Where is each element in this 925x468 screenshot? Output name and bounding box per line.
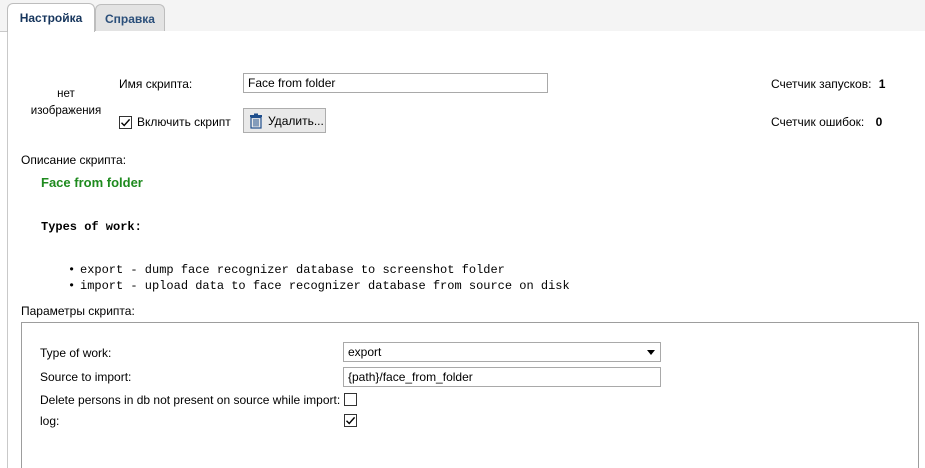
log-label: log: <box>40 414 60 428</box>
run-counter: Счетчик запусков: 1 <box>771 77 885 91</box>
run-counter-value: 1 <box>878 77 886 91</box>
type-of-work-label: Type of work: <box>40 346 112 360</box>
source-import-input[interactable] <box>343 367 661 387</box>
tab-bar: Настройка Справка <box>0 0 925 32</box>
type-of-work-value: export <box>348 345 382 359</box>
no-image-placeholder: нет изображения <box>30 88 102 117</box>
enable-script-row: Включить скрипт <box>119 115 231 129</box>
list-item: • import - upload data to face recognizer… <box>68 279 570 293</box>
enable-script-label: Включить скрипт <box>137 115 231 129</box>
bullet-icon: • <box>68 279 76 293</box>
list-item-text: import - upload data to face recognizer … <box>80 279 570 293</box>
script-name-label: Имя скрипта: <box>119 77 193 91</box>
bullet-icon: • <box>68 263 76 277</box>
error-counter-value: 0 <box>875 115 883 129</box>
list-item: • export - dump face recognizer database … <box>68 263 505 277</box>
settings-panel: нет изображения Имя скрипта: Включить ск… <box>7 31 925 468</box>
chevron-down-icon <box>647 350 655 355</box>
enable-script-checkbox[interactable] <box>119 115 132 129</box>
description-title: Face from folder <box>41 175 143 190</box>
tab-help[interactable]: Справка <box>95 4 165 32</box>
delete-persons-label: Delete persons in db not present on sour… <box>40 393 341 407</box>
source-import-label: Source to import: <box>40 370 132 384</box>
error-counter: Счетчик ошибок: 0 <box>771 115 882 129</box>
tab-settings[interactable]: Настройка <box>7 3 95 32</box>
delete-persons-checkbox[interactable] <box>344 393 357 406</box>
run-counter-label: Счетчик запусков: <box>771 77 872 91</box>
types-heading: Types of work: <box>41 220 142 234</box>
script-name-input[interactable] <box>243 73 548 93</box>
delete-button-label: Удалить... <box>268 113 324 128</box>
trash-icon <box>250 113 262 129</box>
type-of-work-select[interactable]: export <box>343 342 661 362</box>
list-item-text: export - dump face recognizer database t… <box>80 263 505 277</box>
error-counter-label: Счетчик ошибок: <box>771 115 865 129</box>
checkmark-icon <box>121 118 131 127</box>
delete-button[interactable]: Удалить... <box>243 108 326 133</box>
params-label: Параметры скрипта: <box>21 304 135 318</box>
log-checkbox[interactable] <box>344 414 357 427</box>
description-label: Описание скрипта: <box>21 153 127 167</box>
checkmark-icon <box>346 416 356 425</box>
